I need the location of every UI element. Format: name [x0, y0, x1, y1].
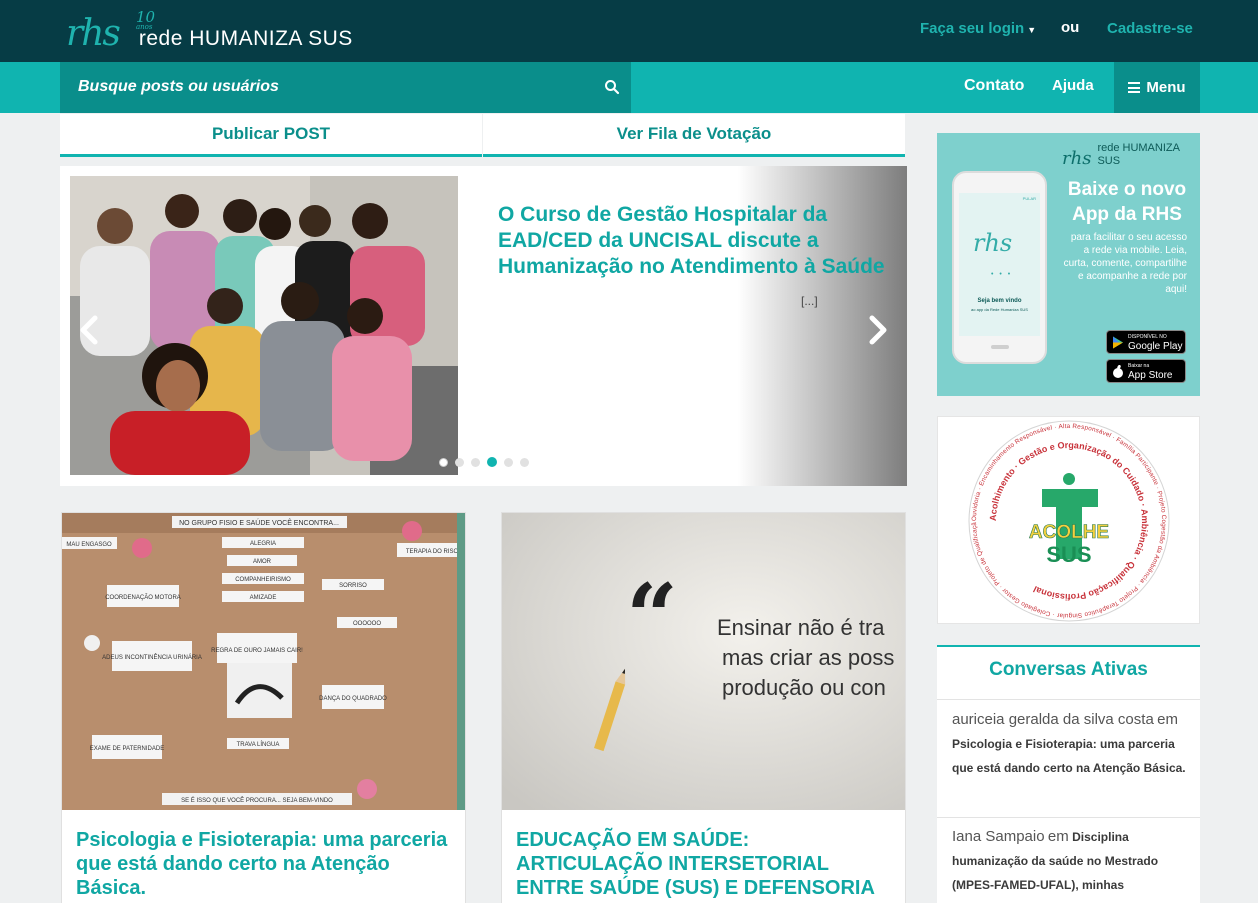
tab-fila-votacao[interactable]: Ver Fila de Votação: [483, 114, 905, 157]
slide-read-more[interactable]: [...]: [801, 294, 818, 308]
login-dropdown[interactable]: Faça seu login ▼: [920, 20, 1036, 37]
svg-text:ALEGRIA: ALEGRIA: [250, 541, 276, 547]
slide-photo[interactable]: [70, 176, 458, 475]
site-logo[interactable]: rhs 10 anos rede HUMANIZA SUS: [66, 8, 353, 54]
carousel-dot[interactable]: [455, 457, 464, 467]
logo-anniversary: 10 anos: [136, 8, 156, 31]
app-banner-logo: rhs rede HUMANIZA SUS: [1062, 142, 1200, 168]
phone-page-dots: • • •: [991, 271, 1013, 278]
carousel-dot-active[interactable]: [487, 457, 497, 467]
carousel-dot[interactable]: [439, 457, 448, 467]
post-card-title[interactable]: EDUCAÇÃO EM SAÚDE: ARTICULAÇÃO INTERSETO…: [516, 828, 896, 903]
conversation-user-link[interactable]: auriceia geralda da silva costa: [952, 711, 1154, 728]
carousel-prev-icon[interactable]: [77, 312, 101, 348]
svg-text:DANÇA DO QUADRADO: DANÇA DO QUADRADO: [319, 696, 387, 702]
svg-text:Ensinar não é tra: Ensinar não é tra: [717, 615, 885, 640]
logo-name: rede HUMANIZA SUS: [138, 27, 353, 50]
svg-text:AMIZADE: AMIZADE: [250, 595, 277, 601]
conversation-item[interactable]: auriceia geralda da silva costa em Psico…: [952, 708, 1192, 780]
svg-text:COORDENAÇÃO MOTORA: COORDENAÇÃO MOTORA: [105, 594, 181, 601]
app-store-label: App Store: [1128, 370, 1173, 381]
phone-home-button: [991, 345, 1009, 349]
phone-screen: PULAR rhs • • • Seja bem vindo ao app da…: [959, 193, 1040, 336]
phone-skip-label: PULAR: [1022, 196, 1036, 201]
svg-text:SUS: SUS: [1046, 542, 1091, 567]
conversation-em-label: em: [1047, 828, 1069, 845]
svg-text:MAU ENGASGO: MAU ENGASGO: [66, 542, 112, 548]
conversation-post-link[interactable]: Psicologia e Fisioterapia: uma parceria …: [952, 737, 1186, 775]
google-play-label: Google Play: [1128, 341, 1183, 352]
app-promo-banner[interactable]: rhs rede HUMANIZA SUS PULAR rhs • • • Se…: [937, 133, 1200, 396]
app-banner-description: para facilitar o seu acesso a rede via m…: [1063, 232, 1187, 295]
app-store-button[interactable]: Baixar na App Store: [1106, 359, 1186, 383]
app-banner-heading: Baixe o novo App da RHS: [1067, 179, 1187, 225]
slide-title-link[interactable]: O Curso de Gestão Hospitalar da EAD/CED …: [498, 202, 898, 280]
acolhe-sus-seal: Ouvidoria · Encaminhamento Responsável ·…: [935, 412, 1170, 622]
divider: [937, 699, 1200, 700]
svg-text:TRAVA LÍNGUA: TRAVA LÍNGUA: [237, 741, 280, 748]
phone-logo: rhs: [973, 229, 1013, 257]
post-card[interactable]: NO GRUPO FISIO E SAÚDE VOCÊ ENCONTRA... …: [61, 512, 466, 903]
phone-welcome-sub: ao app da Rede Humaniza SUS: [971, 307, 1028, 312]
svg-text:COMPANHEIRISMO: COMPANHEIRISMO: [235, 577, 291, 583]
post-card-image[interactable]: “ Ensinar não é tra mas criar as poss pr…: [502, 513, 905, 810]
apple-icon: [1113, 364, 1123, 378]
google-play-icon: [1113, 336, 1123, 348]
carousel-dot[interactable]: [520, 457, 529, 467]
svg-text:“: “: [626, 564, 678, 670]
google-play-button[interactable]: DISPONÍVEL NO Google Play: [1106, 330, 1186, 354]
svg-text:ADEUS INCONTINÊNCIA URINÁRIA: ADEUS INCONTINÊNCIA URINÁRIA: [102, 653, 202, 661]
svg-text:SORRISO: SORRISO: [339, 583, 367, 589]
caret-down-icon: ▼: [1027, 25, 1037, 35]
phone-welcome: Seja bem vindo: [977, 298, 1022, 304]
svg-text:produção ou con: produção ou con: [722, 675, 886, 700]
post-card-title[interactable]: Psicologia e Fisioterapia: uma parceria …: [76, 828, 456, 900]
conversations-title: Conversas Ativas: [989, 659, 1148, 680]
carousel-dots: [439, 457, 529, 467]
app-logo-mark: rhs: [1062, 148, 1092, 169]
nav-ajuda-link[interactable]: Ajuda: [1052, 77, 1094, 94]
logo-mark: rhs: [66, 13, 121, 54]
svg-text:OOOOOO: OOOOOO: [353, 621, 381, 627]
post-card-image[interactable]: NO GRUPO FISIO E SAÚDE VOCÊ ENCONTRA... …: [62, 513, 465, 810]
divider: [937, 817, 1200, 818]
conversation-em-label: em: [1157, 711, 1178, 728]
search-icon[interactable]: [604, 79, 620, 95]
search-box: [60, 62, 631, 113]
carousel-dot[interactable]: [471, 457, 480, 467]
search-input[interactable]: [78, 75, 578, 99]
hamburger-icon: [1128, 82, 1141, 93]
menu-button[interactable]: Menu: [1114, 62, 1200, 113]
svg-text:AMOR: AMOR: [253, 559, 272, 565]
nav-contato-link[interactable]: Contato: [964, 77, 1024, 95]
svg-text:REGRA DE OURO JAMAIS CAIR!: REGRA DE OURO JAMAIS CAIR!: [211, 648, 303, 654]
conversation-user-link[interactable]: Iana Sampaio: [952, 828, 1045, 845]
svg-text:ACOLHE: ACOLHE: [1029, 522, 1109, 543]
login-label: Faça seu login: [920, 20, 1025, 37]
svg-text:mas criar as poss: mas criar as poss: [722, 645, 894, 670]
register-link[interactable]: Cadastre-se: [1107, 20, 1193, 37]
tab-publicar-post[interactable]: Publicar POST: [60, 114, 482, 157]
carousel-dot[interactable]: [504, 457, 513, 467]
or-label: ou: [1061, 19, 1080, 36]
svg-text:TERAPIA DO RISO: TERAPIA DO RISO: [406, 549, 459, 555]
carousel-next-icon[interactable]: [866, 312, 890, 348]
svg-text:EXAME DE PATERNIDADE: EXAME DE PATERNIDADE: [90, 746, 164, 752]
post-card[interactable]: “ Ensinar não é tra mas criar as poss pr…: [501, 512, 906, 903]
active-conversations-panel: Conversas Ativas auriceia geralda da sil…: [937, 645, 1200, 903]
svg-text:NO GRUPO FISIO E SAÚDE VOCÊ EN: NO GRUPO FISIO E SAÚDE VOCÊ ENCONTRA...: [179, 518, 339, 527]
svg-text:SE É ISSO QUE VOCÊ PROCURA...: SE É ISSO QUE VOCÊ PROCURA... SEJA BEM-V…: [181, 796, 333, 804]
phone-mockup: PULAR rhs • • • Seja bem vindo ao app da…: [952, 171, 1047, 364]
featured-carousel: O Curso de Gestão Hospitalar da EAD/CED …: [60, 166, 907, 486]
app-logo-name: rede HUMANIZA SUS: [1097, 142, 1180, 167]
acolhe-sus-banner[interactable]: Ouvidoria · Encaminhamento Responsável ·…: [935, 412, 1200, 624]
conversation-item[interactable]: Iana Sampaio em Disciplina humanização d…: [952, 825, 1192, 897]
menu-label: Menu: [1146, 79, 1186, 96]
